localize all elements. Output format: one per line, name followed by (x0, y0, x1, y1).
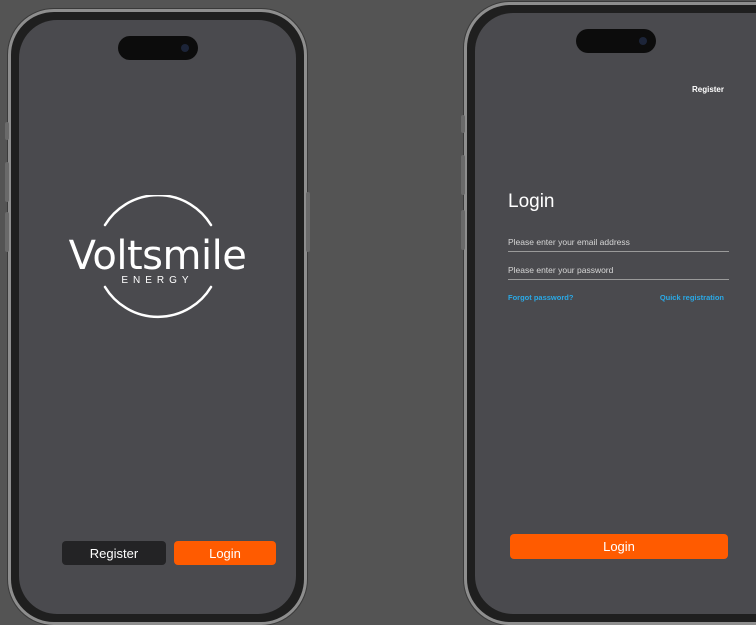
forgot-password-link[interactable]: Forgot password? (508, 293, 573, 302)
volume-up-button (461, 155, 465, 195)
action-button (5, 122, 9, 140)
camera-icon (180, 44, 189, 52)
voltsmile-logo: Voltsmile ENERGY (63, 195, 253, 325)
phone-frame-splash: Voltsmile ENERGY Register Login (5, 9, 310, 625)
dynamic-island (575, 29, 656, 53)
splash-screen: Voltsmile ENERGY Register Login (19, 20, 296, 614)
volume-down-button (461, 210, 465, 250)
logo-subtitle: ENERGY (121, 275, 194, 286)
quick-registration-link[interactable]: Quick registration (660, 293, 724, 302)
top-register-link[interactable]: Register (692, 85, 724, 94)
phone-frame-login: Register Login Forgot password? Quick re… (461, 2, 756, 625)
page-title: Login (508, 191, 555, 212)
power-button (306, 192, 310, 252)
register-button[interactable]: Register (62, 541, 166, 565)
email-field[interactable] (508, 235, 729, 252)
volume-up-button (5, 162, 9, 202)
login-submit-button[interactable]: Login (510, 534, 728, 559)
dynamic-island (117, 36, 198, 60)
logo-wordmark: Voltsmile (68, 233, 247, 279)
camera-icon (638, 37, 647, 45)
login-button[interactable]: Login (174, 541, 276, 565)
volume-down-button (5, 212, 9, 252)
login-screen: Register Login Forgot password? Quick re… (475, 13, 756, 614)
action-button (461, 115, 465, 133)
password-field[interactable] (508, 263, 729, 280)
